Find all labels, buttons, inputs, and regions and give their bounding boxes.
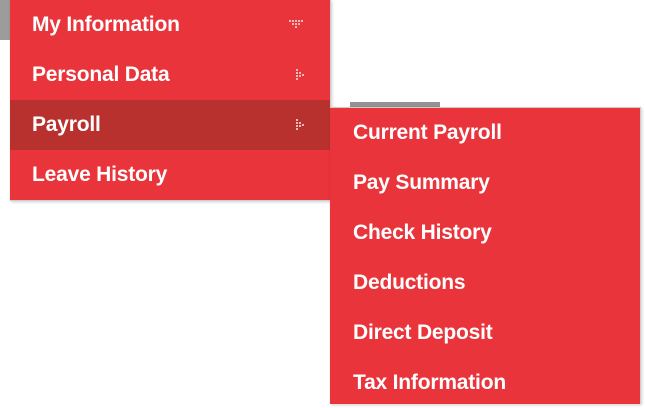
menu-item-payroll[interactable]: Payroll: [10, 100, 330, 150]
payroll-submenu: Current Payroll Pay Summary Check Histor…: [330, 107, 641, 404]
submenu-item-check-history[interactable]: Check History: [330, 208, 640, 258]
submenu-item-label: Current Payroll: [353, 121, 502, 144]
menu-item-personal-data[interactable]: Personal Data: [10, 50, 330, 100]
chevron-down-icon: [289, 20, 303, 28]
chevron-right-icon: [296, 69, 304, 80]
menu-item-label: Personal Data: [32, 63, 170, 86]
menu-item-label: Leave History: [32, 163, 168, 186]
submenu-item-pay-summary[interactable]: Pay Summary: [330, 158, 640, 208]
submenu-item-tax-information[interactable]: Tax Information: [330, 358, 640, 408]
submenu-item-label: Pay Summary: [353, 171, 490, 194]
menu-item-label: Payroll: [32, 113, 101, 136]
chevron-right-icon: [296, 119, 304, 130]
submenu-item-label: Direct Deposit: [353, 321, 493, 344]
main-menu: My Information Personal Data Payroll Lea…: [10, 0, 331, 201]
menu-item-leave-history[interactable]: Leave History: [10, 150, 330, 200]
submenu-item-direct-deposit[interactable]: Direct Deposit: [330, 308, 640, 358]
window-edge: [0, 0, 10, 40]
submenu-item-deductions[interactable]: Deductions: [330, 258, 640, 308]
submenu-item-label: Deductions: [353, 271, 466, 294]
submenu-item-label: Tax Information: [353, 371, 506, 394]
menu-item-my-information[interactable]: My Information: [10, 0, 330, 50]
submenu-item-label: Check History: [353, 221, 492, 244]
menu-item-label: My Information: [32, 13, 180, 36]
submenu-item-current-payroll[interactable]: Current Payroll: [330, 108, 640, 158]
